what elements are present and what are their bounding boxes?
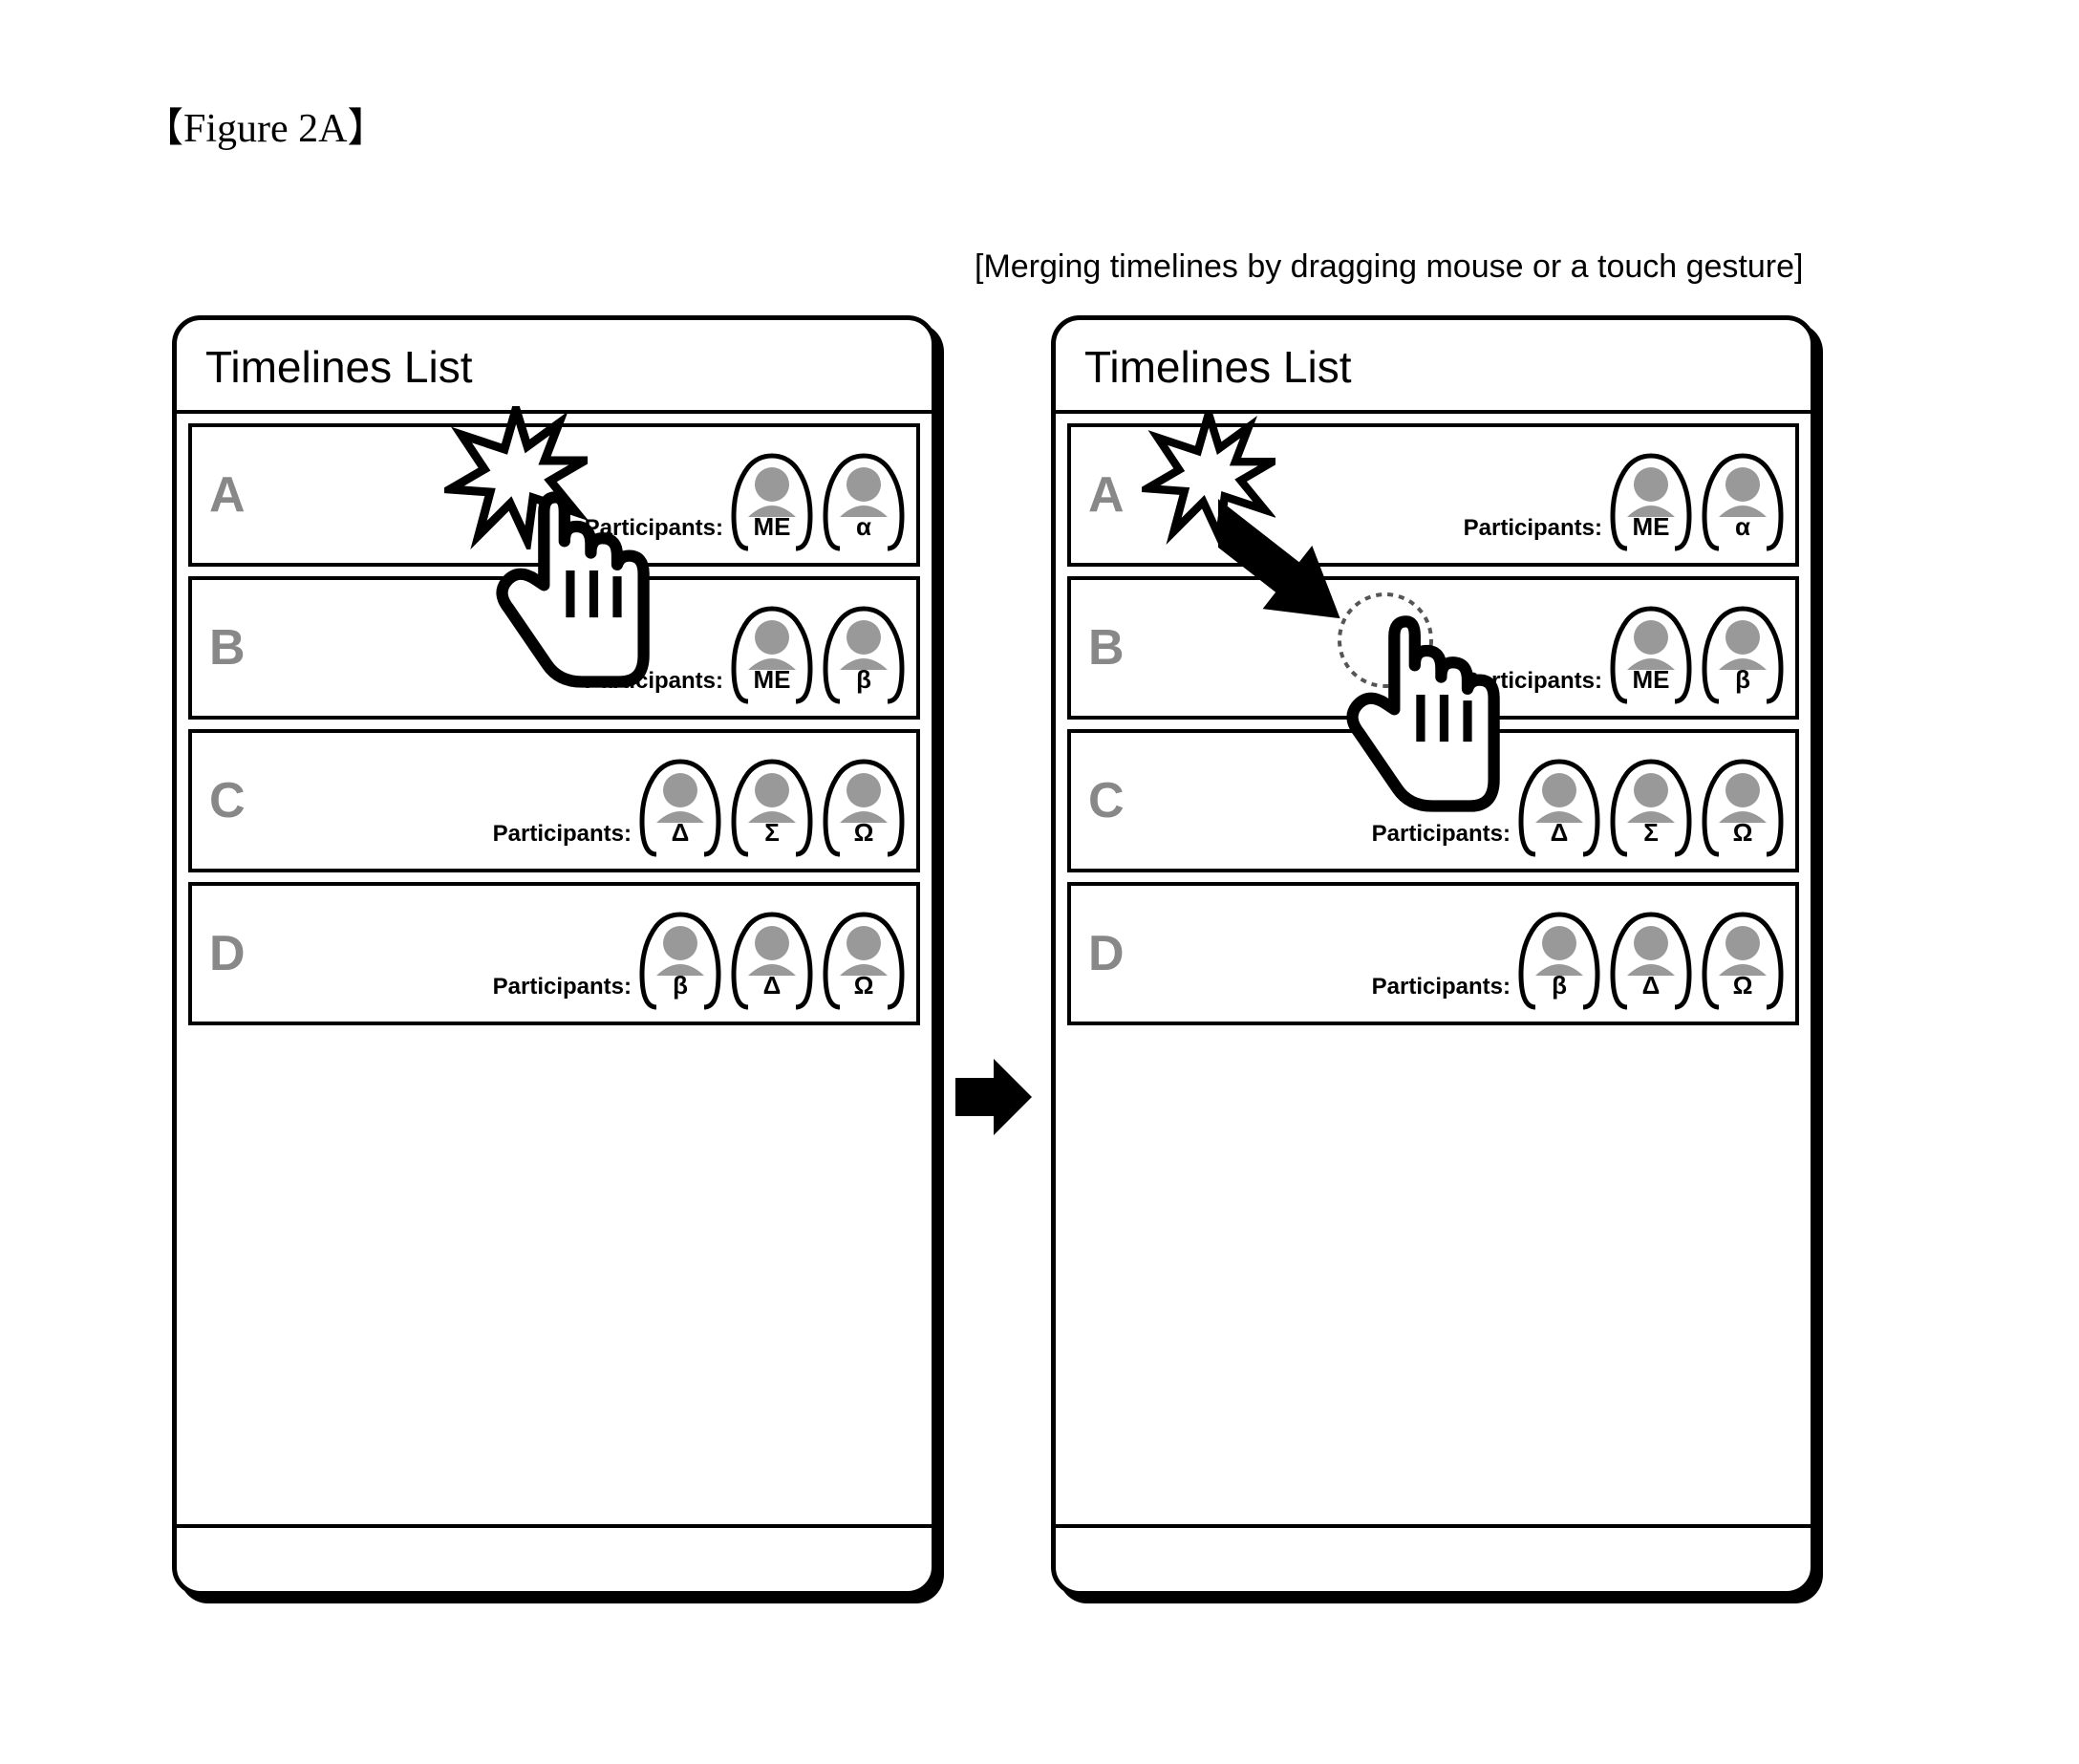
- rows-right: A Participants: ME α: [1056, 423, 1811, 1025]
- row-letter: C: [1071, 772, 1138, 829]
- timeline-row[interactable]: B Participants: ME β: [188, 576, 920, 720]
- avatar: Δ: [1608, 907, 1694, 1012]
- timeline-row[interactable]: B Participants: ME β: [1067, 576, 1799, 720]
- timeline-row[interactable]: A Participants: ME α: [1067, 423, 1799, 567]
- avatar-label: ME: [1608, 512, 1694, 542]
- timeline-row[interactable]: A Participants: ME α: [188, 423, 920, 567]
- avatar-label: β: [1700, 665, 1786, 695]
- figure-label: 【Figure 2A】: [143, 96, 388, 154]
- avatar-label: Δ: [1608, 971, 1694, 1000]
- panel-footer: [1056, 1524, 1811, 1591]
- row-letter: A: [192, 466, 259, 524]
- panel-right: Timelines List A Participants: ME α: [1051, 315, 1815, 1596]
- participants-label: Participants:: [1464, 668, 1602, 695]
- panel-left: Timelines List A Participants: ME α: [172, 315, 936, 1596]
- timeline-row[interactable]: C Participants: Δ Σ: [188, 729, 920, 872]
- avatar-label: ME: [1608, 665, 1694, 695]
- rows-left: A Participants: ME α: [177, 423, 932, 1025]
- avatar: ME: [729, 448, 815, 553]
- avatar-label: α: [1700, 512, 1786, 542]
- avatar-label: ME: [729, 665, 815, 695]
- participants-label: Participants:: [1372, 974, 1511, 1000]
- avatar: Δ: [729, 907, 815, 1012]
- row-letter: A: [1071, 466, 1138, 524]
- transition-arrow-icon: [955, 1054, 1032, 1145]
- avatar: β: [1700, 601, 1786, 706]
- row-letter: D: [1071, 925, 1138, 982]
- avatar: α: [1700, 448, 1786, 553]
- avatar: β: [1516, 907, 1602, 1012]
- row-letter: B: [192, 619, 259, 677]
- avatar-label: Σ: [1608, 818, 1694, 848]
- avatar: ME: [729, 601, 815, 706]
- avatar: Δ: [1516, 754, 1602, 859]
- panel-footer: [177, 1524, 932, 1591]
- avatar-label: ME: [729, 512, 815, 542]
- avatar: ME: [1608, 448, 1694, 553]
- row-letter: C: [192, 772, 259, 829]
- participants-label: Participants:: [585, 668, 723, 695]
- avatar: α: [821, 448, 907, 553]
- avatar-label: β: [637, 971, 723, 1000]
- participants-label: Participants:: [1372, 821, 1511, 848]
- avatar: Σ: [1608, 754, 1694, 859]
- timeline-row[interactable]: D Participants: β Δ: [188, 882, 920, 1025]
- participants-label: Participants:: [493, 821, 632, 848]
- avatar: Σ: [729, 754, 815, 859]
- row-letter: D: [192, 925, 259, 982]
- participants-label: Participants:: [1464, 515, 1602, 542]
- panel-title: Timelines List: [177, 320, 932, 414]
- avatar: β: [637, 907, 723, 1012]
- avatar: Ω: [821, 754, 907, 859]
- participants-label: Participants:: [493, 974, 632, 1000]
- participants-label: Participants:: [585, 515, 723, 542]
- timeline-row[interactable]: C Participants: Δ Σ: [1067, 729, 1799, 872]
- avatar: β: [821, 601, 907, 706]
- avatar-label: Ω: [821, 971, 907, 1000]
- avatar: Δ: [637, 754, 723, 859]
- avatar-label: Ω: [1700, 818, 1786, 848]
- panels-container: Timelines List A Participants: ME α: [172, 315, 1815, 1596]
- avatar-label: Δ: [729, 971, 815, 1000]
- avatar: Ω: [821, 907, 907, 1012]
- avatar-label: Δ: [637, 818, 723, 848]
- avatar-label: Σ: [729, 818, 815, 848]
- avatar-label: Δ: [1516, 818, 1602, 848]
- avatar: Ω: [1700, 907, 1786, 1012]
- avatar-label: Ω: [821, 818, 907, 848]
- avatar-label: β: [1516, 971, 1602, 1000]
- row-letter: B: [1071, 619, 1138, 677]
- panel-title: Timelines List: [1056, 320, 1811, 414]
- caption-text: [Merging timelines by dragging mouse or …: [975, 248, 1803, 286]
- avatar-label: β: [821, 665, 907, 695]
- avatar: ME: [1608, 601, 1694, 706]
- avatar-label: α: [821, 512, 907, 542]
- timeline-row[interactable]: D Participants: β Δ: [1067, 882, 1799, 1025]
- avatar-label: Ω: [1700, 971, 1786, 1000]
- avatar: Ω: [1700, 754, 1786, 859]
